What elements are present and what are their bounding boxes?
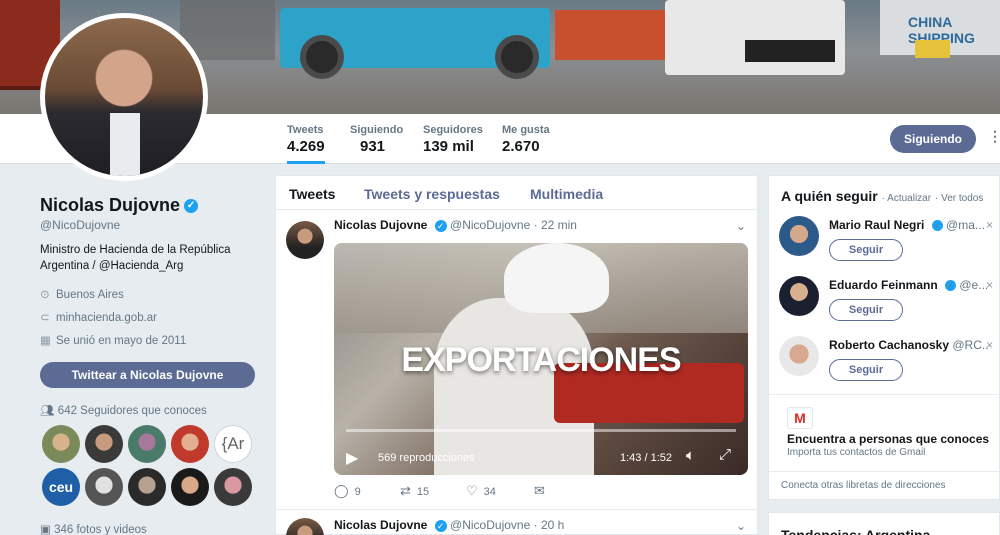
calendar-icon: ▦ (40, 335, 51, 347)
people-icon: 👥︎ (40, 405, 58, 417)
banner-wheel (495, 35, 539, 79)
who-to-follow: A quién seguir · Actualizar · Ver todos … (768, 175, 1000, 500)
chevron-down-icon[interactable]: ⌄ (736, 219, 746, 233)
tweet-avatar[interactable] (286, 518, 324, 535)
divider (769, 394, 1000, 395)
suggestion-item[interactable]: Mario Raul Negri ✓ @ma... × Seguir (779, 216, 999, 272)
import-contacts-text: Importa tus contactos de Gmail (787, 447, 926, 458)
video-time: 1:43 / 1:52 (620, 452, 672, 464)
follower-avatar[interactable] (214, 468, 252, 506)
gmail-icon: M (787, 407, 813, 429)
envelope-icon: ✉ (534, 483, 545, 498)
heart-icon: ♡ (466, 483, 478, 498)
volume-icon[interactable]: 🔈︎ (686, 447, 695, 464)
banner-barrier (915, 40, 950, 58)
tweet-header: Nicolas Dujovne ✓ @NicoDujovne · 22 min (334, 218, 577, 232)
chevron-down-icon[interactable]: ⌄ (736, 519, 746, 533)
profile-location: ⊙ Buenos Aires (40, 289, 124, 301)
suggestion-item[interactable]: Roberto Cachanosky @RC... × Seguir (779, 336, 999, 392)
dismiss-icon[interactable]: × (986, 218, 993, 232)
verified-icon: ✓ (184, 199, 199, 214)
who-to-follow-title: A quién seguir · Actualizar · Ver todos (781, 188, 984, 204)
timeline: Tweets Tweets y respuestas Multimedia Ni… (275, 175, 759, 535)
follower-avatar[interactable]: {Ar (214, 425, 252, 463)
banner-truck-red (555, 10, 665, 60)
follower-avatar[interactable] (85, 468, 123, 506)
tab-media[interactable]: Multimedia (530, 186, 603, 202)
timeline-tabs: Tweets Tweets y respuestas Multimedia (276, 176, 757, 210)
follower-avatar[interactable] (171, 425, 209, 463)
suggestion-avatar[interactable] (779, 336, 819, 376)
find-people-link[interactable]: Encuentra a personas que conoces (787, 432, 989, 446)
reply-button[interactable]: ◯ 9 (334, 483, 361, 499)
banner-wheel (300, 35, 344, 79)
link-icon: ⊂ (40, 312, 50, 324)
verified-icon: ✓ (931, 220, 943, 232)
profile-handle[interactable]: @NicoDujovne (40, 218, 120, 232)
follower-avatar[interactable] (128, 468, 166, 506)
profile-joined: ▦ Se unió en mayo de 2011 (40, 335, 187, 347)
reply-icon: ◯ (334, 483, 349, 498)
view-all-link[interactable]: · Ver todos (935, 193, 983, 204)
tweet-to-button[interactable]: Twittear a Nicolas Dujovne (40, 362, 255, 388)
more-options-icon[interactable]: ⋮ (988, 128, 1000, 145)
video-progress-bar[interactable] (346, 429, 736, 432)
verified-icon: ✓ (434, 219, 447, 232)
retweet-button[interactable]: ⇄ 15 (400, 483, 429, 499)
video-views: 569 reproducciones (378, 452, 475, 464)
banner-truck-white (665, 0, 845, 75)
suggestion-item[interactable]: Eduardo Feinmann ✓ @e... × Seguir (779, 276, 999, 332)
dismiss-icon[interactable]: × (986, 278, 993, 292)
follow-button[interactable]: Seguir (829, 239, 903, 261)
tweet[interactable]: Nicolas Dujovne ✓ @NicoDujovne · 20 h ⌄ (276, 514, 759, 535)
tweet-divider (276, 509, 759, 510)
follower-avatar[interactable] (85, 425, 123, 463)
profile-avatar[interactable] (40, 13, 208, 181)
video-title: EXPORTACIONES (401, 341, 681, 379)
follower-avatar[interactable]: ceu (42, 468, 80, 506)
image-icon: ▣ (40, 524, 55, 535)
profile-sidebar: Nicolas Dujovne ✓ @NicoDujovne Ministro d… (0, 165, 272, 535)
retweet-icon: ⇄ (400, 483, 411, 498)
location-pin-icon: ⊙ (40, 289, 50, 301)
profile-website[interactable]: ⊂ minhacienda.gob.ar (40, 310, 157, 324)
profile-bio: Ministro de Hacienda de la República Arg… (40, 244, 231, 272)
refresh-link[interactable]: · Actualizar (882, 193, 931, 204)
tweet-video[interactable]: EXPORTACIONES ▶ 569 reproducciones 1:43 … (334, 243, 748, 475)
tweet-header: Nicolas Dujovne ✓ @NicoDujovne · 20 h (334, 518, 565, 532)
follow-button[interactable]: Seguir (829, 359, 903, 381)
profile-name[interactable]: Nicolas Dujovne ✓ (40, 195, 199, 216)
dismiss-icon[interactable]: × (986, 338, 993, 352)
follow-button[interactable]: Seguir (829, 299, 903, 321)
verified-icon: ✓ (434, 519, 447, 532)
tab-tweets[interactable]: Tweets (289, 186, 335, 202)
stat-followers[interactable]: Seguidores 139 mil (423, 124, 483, 155)
like-button[interactable]: ♡ 34 (466, 483, 496, 499)
trends-title: Tendencias: Argentina (781, 527, 931, 535)
stat-tweets[interactable]: Tweets 4.269 (287, 124, 325, 164)
followers-you-know[interactable]: 👥︎ 642 Seguidores que conoces (40, 403, 207, 417)
message-button[interactable]: ✉ (534, 483, 551, 499)
fullscreen-icon[interactable]: ⤢ (719, 446, 731, 463)
verified-icon: ✓ (945, 280, 957, 292)
suggestion-avatar[interactable] (779, 216, 819, 256)
divider (769, 471, 1000, 472)
follower-avatar[interactable] (171, 468, 209, 506)
following-button[interactable]: Siguiendo (890, 125, 976, 153)
stat-likes[interactable]: Me gusta 2.670 (502, 124, 550, 155)
connect-address-books-link[interactable]: Conecta otras libretas de direcciones (781, 480, 946, 491)
follower-avatar[interactable] (42, 425, 80, 463)
play-icon[interactable]: ▶ (346, 448, 358, 468)
suggestion-avatar[interactable] (779, 276, 819, 316)
stat-following[interactable]: Siguiendo 931 (350, 124, 403, 155)
tweet-avatar[interactable] (286, 221, 324, 259)
photos-videos-link[interactable]: ▣ 346 fotos y videos (40, 522, 147, 535)
tab-tweets-replies[interactable]: Tweets y respuestas (364, 186, 500, 202)
trends-panel: Tendencias: Argentina (768, 512, 1000, 535)
tweet[interactable]: Nicolas Dujovne ✓ @NicoDujovne · 22 min … (276, 211, 759, 511)
follower-avatar[interactable] (128, 425, 166, 463)
